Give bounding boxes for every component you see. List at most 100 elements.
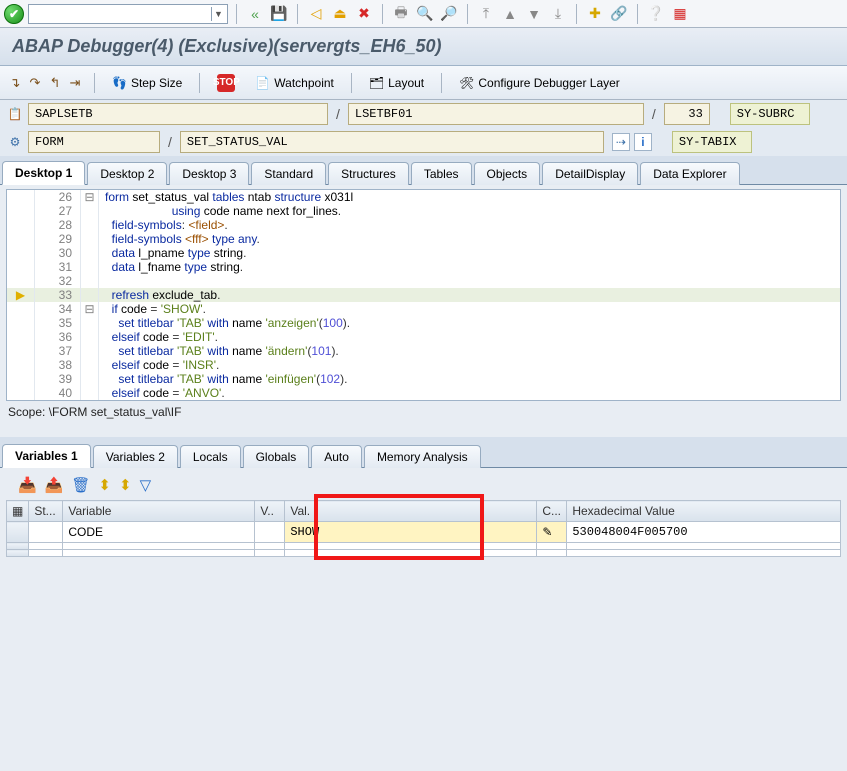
cell-value[interactable]: SHOW (285, 522, 537, 543)
exit-icon[interactable]: ⏏ (330, 4, 350, 24)
var-tab-locals[interactable]: Locals (180, 445, 241, 468)
code-line[interactable]: ▶33 refresh exclude_tab. (7, 288, 840, 302)
filter-icon[interactable]: ▽ (140, 476, 152, 494)
row-selector[interactable] (7, 543, 29, 550)
tab-tables[interactable]: Tables (411, 162, 472, 185)
var-tab-variables-1[interactable]: Variables 1 (2, 444, 91, 468)
tab-detaildisplay[interactable]: DetailDisplay (542, 162, 638, 185)
trash-icon[interactable]: 🗑 (71, 476, 90, 494)
empty-cell[interactable] (63, 550, 255, 557)
shortcut-icon[interactable]: 🔗 (609, 4, 629, 24)
tab-data-explorer[interactable]: Data Explorer (640, 162, 739, 185)
tab-standard[interactable]: Standard (251, 162, 326, 185)
tab-desktop-3[interactable]: Desktop 3 (169, 162, 249, 185)
delete-var-icon[interactable]: 📤 (45, 476, 64, 494)
next-page-icon[interactable]: ▼ (524, 4, 544, 24)
program-field[interactable]: SAPLSETB (28, 103, 328, 125)
row-selector[interactable] (7, 522, 29, 543)
code-line[interactable]: 39 set titlebar 'TAB' with name 'einfüge… (7, 372, 840, 386)
nav-icon[interactable]: ⇢ (612, 133, 630, 151)
code-line[interactable]: 40 elseif code = 'ANVO'. (7, 386, 840, 400)
step-over-icon[interactable]: ↷ (26, 74, 44, 92)
empty-cell[interactable] (567, 550, 841, 557)
code-line[interactable]: 29 field-symbols <fff> type any. (7, 232, 840, 246)
routine-field[interactable]: SET_STATUS_VAL (180, 131, 604, 153)
empty-cell[interactable] (255, 543, 285, 550)
empty-cell[interactable] (63, 543, 255, 550)
save-icon[interactable]: 💾 (269, 4, 289, 24)
prev-page-icon[interactable]: ▲ (500, 4, 520, 24)
table-row[interactable] (7, 543, 841, 550)
code-line[interactable]: 28 field-symbols: <field>. (7, 218, 840, 232)
back-page-icon[interactable]: ◁ (306, 4, 326, 24)
code-editor[interactable]: 26⊟form set_status_val tables ntab struc… (7, 190, 840, 400)
step-into-icon[interactable]: ↴ (6, 74, 24, 92)
line-field[interactable]: 33 (664, 103, 710, 125)
var-tab-auto[interactable]: Auto (311, 445, 362, 468)
table-row[interactable] (7, 550, 841, 557)
find-icon[interactable]: 🔍 (415, 4, 435, 24)
find-next-icon[interactable]: 🔎 (439, 4, 459, 24)
first-page-icon[interactable]: ⤒ (476, 4, 496, 24)
step-size-button[interactable]: 👣 Step Size (105, 72, 189, 94)
insert-var-icon[interactable]: 📥 (18, 476, 37, 494)
command-field[interactable]: ▼ (28, 4, 228, 24)
code-line[interactable]: 35 set titlebar 'TAB' with name 'anzeige… (7, 316, 840, 330)
fold-icon[interactable]: ⊟ (81, 302, 99, 316)
configure-layer-button[interactable]: 🛠 Configure Debugger Layer (452, 72, 627, 94)
tab-structures[interactable]: Structures (328, 162, 409, 185)
empty-cell[interactable] (285, 543, 537, 550)
step-out-icon[interactable]: ↰ (46, 74, 64, 92)
code-line[interactable]: 31 data l_fname type string. (7, 260, 840, 274)
empty-cell[interactable] (29, 543, 63, 550)
print-icon[interactable]: 🖶 (391, 4, 411, 24)
code-line[interactable]: 26⊟form set_status_val tables ntab struc… (7, 190, 840, 204)
var-tab-globals[interactable]: Globals (243, 445, 310, 468)
tab-desktop-2[interactable]: Desktop 2 (87, 162, 167, 185)
watchpoint-button[interactable]: 📄 Watchpoint (248, 72, 341, 94)
col-status[interactable]: St... (29, 501, 63, 522)
empty-cell[interactable] (537, 550, 567, 557)
tab-desktop-1[interactable]: Desktop 1 (2, 161, 85, 185)
ok-button[interactable]: ✔ (4, 4, 24, 24)
empty-cell[interactable] (567, 543, 841, 550)
var-tab-variables-2[interactable]: Variables 2 (93, 445, 178, 468)
var-tab-memory-analysis[interactable]: Memory Analysis (364, 445, 481, 468)
layout-menu-icon[interactable]: ▦ (670, 4, 690, 24)
layout-button[interactable]: 🗂 Layout (362, 72, 431, 94)
col-vtype[interactable]: V.. (255, 501, 285, 522)
col-value[interactable]: Val. (285, 501, 537, 522)
row-selector[interactable] (7, 550, 29, 557)
table-row[interactable]: CODESHOW✎530048004F005700 (7, 522, 841, 543)
last-page-icon[interactable]: ⤓ (548, 4, 568, 24)
sort-desc-icon[interactable]: ⬍ (119, 476, 132, 494)
empty-cell[interactable] (29, 550, 63, 557)
program-icon[interactable]: 📋 (6, 105, 24, 123)
grid-corner[interactable]: ▦ (7, 501, 29, 522)
tab-objects[interactable]: Objects (474, 162, 541, 185)
cancel-icon[interactable]: ✖ (354, 4, 374, 24)
new-session-icon[interactable]: ✚ (585, 4, 605, 24)
info-icon[interactable]: i (634, 133, 652, 151)
help-icon[interactable]: ❔ (646, 4, 666, 24)
code-line[interactable]: 36 elseif code = 'EDIT'. (7, 330, 840, 344)
back-icon[interactable]: « (245, 4, 265, 24)
stop-button[interactable]: STOP (210, 70, 242, 96)
empty-cell[interactable] (537, 543, 567, 550)
empty-cell[interactable] (285, 550, 537, 557)
fold-icon[interactable]: ⊟ (81, 190, 99, 204)
code-line[interactable]: 32 (7, 274, 840, 288)
cell-variable[interactable]: CODE (63, 522, 255, 543)
code-line[interactable]: 34⊟ if code = 'SHOW'. (7, 302, 840, 316)
sort-asc-icon[interactable]: ⬍ (98, 476, 111, 494)
code-line[interactable]: 37 set titlebar 'TAB' with name 'ändern'… (7, 344, 840, 358)
include-field[interactable]: LSETBF01 (348, 103, 644, 125)
chevron-down-icon[interactable]: ▼ (211, 7, 225, 21)
empty-cell[interactable] (255, 550, 285, 557)
edit-value-icon[interactable]: ✎ (537, 522, 567, 543)
col-change[interactable]: C... (537, 501, 567, 522)
col-hex[interactable]: Hexadecimal Value (567, 501, 841, 522)
continue-icon[interactable]: ⇥ (66, 74, 84, 92)
settings-icon[interactable]: ⚙ (6, 133, 24, 151)
code-line[interactable]: 27 using code name next for_lines. (7, 204, 840, 218)
